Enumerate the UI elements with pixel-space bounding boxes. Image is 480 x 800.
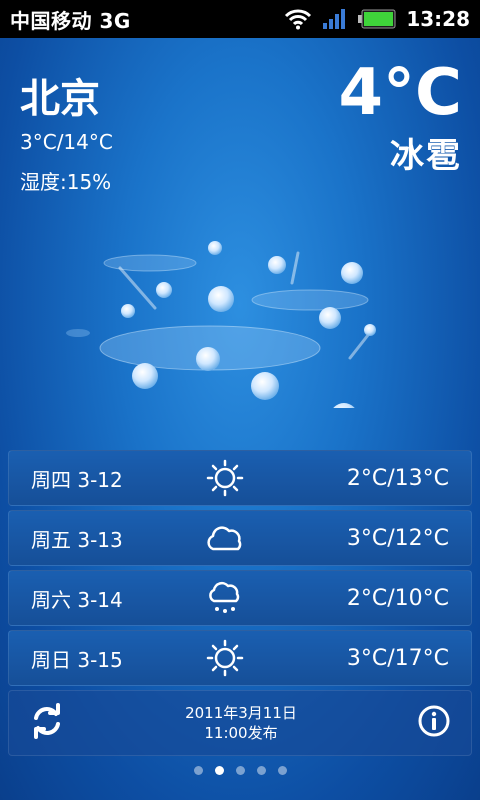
weather-condition: 冰雹 <box>390 136 462 176</box>
today-temp-range: 3°C/14°C <box>20 130 113 154</box>
cloud-icon <box>201 516 249 560</box>
rain-cloud-icon <box>201 576 249 620</box>
clock: 13:28 <box>406 7 470 31</box>
page-dot[interactable] <box>256 766 266 775</box>
forecast-temp-range: 2°C/13°C <box>346 465 449 491</box>
publish-info: 2011年3月11日 11:00发布 <box>65 703 417 743</box>
publish-time: 11:00发布 <box>204 724 278 742</box>
weather-app: 北京 3°C/14°C 湿度:15% 4°C 冰雹 周四 3-12 2°C/13… <box>0 38 480 800</box>
forecast-temp-range: 3°C/17°C <box>346 645 449 671</box>
carrier-label: 中国移动 3G <box>10 8 131 33</box>
forecast-list: 周四 3-12 2°C/13°C 周五 3-13 3°C/12°C 周六 3-1… <box>8 450 472 756</box>
forecast-row[interactable]: 周五 3-13 3°C/12°C <box>8 510 472 566</box>
refresh-icon[interactable] <box>29 703 65 743</box>
sun-icon <box>201 456 249 500</box>
humidity-label: 湿度:15% <box>20 170 112 194</box>
forecast-day: 周日 3-15 <box>31 647 123 672</box>
forecast-temp-range: 3°C/12°C <box>346 525 449 551</box>
forecast-day: 周四 3-12 <box>31 467 123 492</box>
forecast-row[interactable]: 周六 3-14 2°C/10°C <box>8 570 472 626</box>
sun-icon <box>201 636 249 680</box>
footer-bar: 2011年3月11日 11:00发布 <box>8 690 472 756</box>
status-bar: 中国移动 3G 13:28 <box>0 0 480 38</box>
forecast-row[interactable]: 周日 3-15 3°C/17°C <box>8 630 472 686</box>
page-dot[interactable] <box>193 766 203 775</box>
battery-icon <box>358 9 396 29</box>
wifi-icon <box>285 9 312 30</box>
page-indicator <box>0 766 480 775</box>
city-name[interactable]: 北京 <box>20 66 100 124</box>
forecast-row[interactable]: 周四 3-12 2°C/13°C <box>8 450 472 506</box>
signal-icon <box>323 9 346 29</box>
page-dot[interactable] <box>277 766 287 775</box>
forecast-day: 周六 3-14 <box>31 587 123 612</box>
current-temperature: 4°C <box>338 56 463 130</box>
forecast-day: 周五 3-13 <box>31 527 123 552</box>
publish-date: 2011年3月11日 <box>185 704 297 722</box>
page-dot[interactable] <box>235 766 245 775</box>
page-dot-active[interactable] <box>214 766 224 775</box>
info-icon[interactable] <box>417 704 451 742</box>
forecast-temp-range: 2°C/10°C <box>346 585 449 611</box>
hail-illustration <box>66 241 376 408</box>
